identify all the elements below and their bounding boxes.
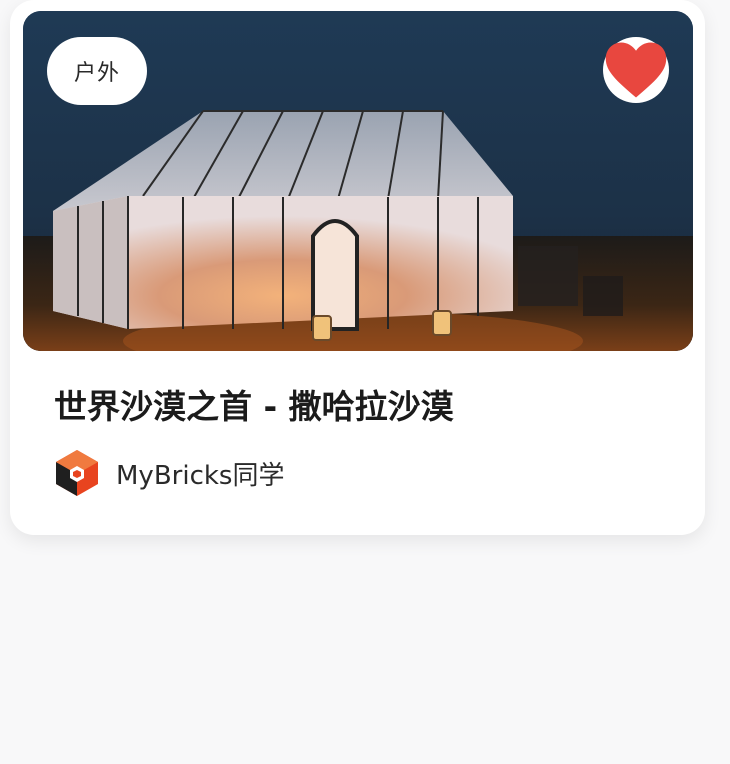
heart-icon	[605, 42, 667, 98]
page: 户外 世界沙漠之首 - 撒哈拉沙漠 MyBricks同学	[0, 0, 730, 764]
content-card[interactable]: 户外 世界沙漠之首 - 撒哈拉沙漠 MyBricks同学	[10, 0, 705, 535]
favorite-button[interactable]	[603, 37, 669, 103]
category-tag[interactable]: 户外	[47, 37, 147, 105]
author-info[interactable]: MyBricks同学	[54, 448, 284, 498]
mybricks-logo-icon	[56, 450, 98, 496]
article-title[interactable]: 世界沙漠之首 - 撒哈拉沙漠	[54, 380, 454, 428]
author-name: MyBricks同学	[116, 460, 285, 491]
cover-image: 户外	[23, 11, 693, 351]
